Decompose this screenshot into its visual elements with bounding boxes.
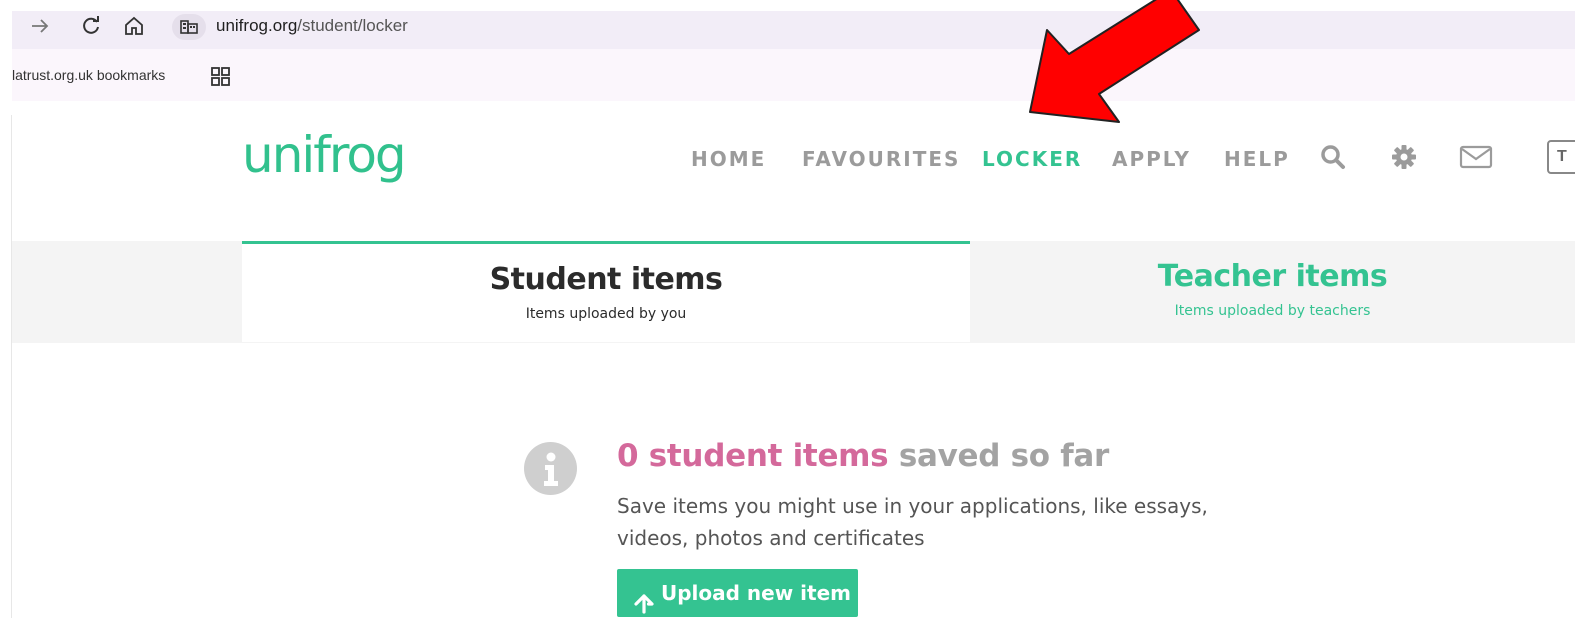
tab-teacher-subtitle: Items uploaded by teachers — [1174, 303, 1371, 319]
tab-teacher-title: Teacher items — [1157, 259, 1388, 294]
upload-new-item-button[interactable]: Upload new item — [617, 569, 858, 617]
forward-arrow-icon[interactable] — [30, 15, 50, 41]
tab-student-subtitle: Items uploaded by you — [525, 306, 687, 322]
nav-home[interactable]: HOME — [691, 147, 766, 171]
bookmarks-bar — [12, 49, 1575, 101]
user-menu-button[interactable]: T — [1547, 140, 1575, 174]
upload-button-label: Upload new item — [661, 581, 851, 605]
url-path: /student/locker — [297, 16, 408, 35]
nav-favourites[interactable]: FAVOURITES — [802, 147, 960, 171]
upload-arrow-icon — [634, 583, 654, 614]
search-icon[interactable] — [1320, 144, 1346, 170]
items-count-heading: 0 student items saved so far — [617, 438, 1109, 474]
gear-icon[interactable] — [1391, 144, 1417, 170]
bookmarks-folder[interactable]: latrust.org.uk bookmarks — [12, 67, 165, 83]
nav-apply[interactable]: APPLY — [1112, 147, 1191, 171]
nav-help[interactable]: HELP — [1224, 147, 1290, 171]
home-icon[interactable] — [123, 15, 145, 41]
info-icon — [524, 442, 577, 495]
left-edge — [0, 0, 12, 618]
annotation-arrow — [1015, 0, 1215, 135]
items-count: 0 student items — [617, 438, 889, 474]
url-host: unifrog.org — [216, 16, 298, 35]
nav-locker[interactable]: LOCKER — [982, 147, 1082, 171]
empty-state-description: Save items you might use in your applica… — [617, 494, 1208, 550]
tab-student-items[interactable]: Student items Items uploaded by you — [242, 241, 970, 342]
apps-grid-icon[interactable] — [210, 66, 232, 92]
items-count-suffix: saved so far — [888, 438, 1110, 474]
unifrog-logo[interactable]: unifrog — [242, 130, 407, 180]
tab-teacher-items[interactable]: Teacher items Items uploaded by teachers — [970, 241, 1575, 343]
url-field[interactable]: unifrog.org/student/locker — [216, 16, 408, 36]
site-info-icon — [180, 18, 198, 40]
mail-icon[interactable] — [1459, 144, 1493, 170]
reload-icon[interactable] — [80, 15, 102, 41]
tab-student-title: Student items — [489, 262, 723, 297]
